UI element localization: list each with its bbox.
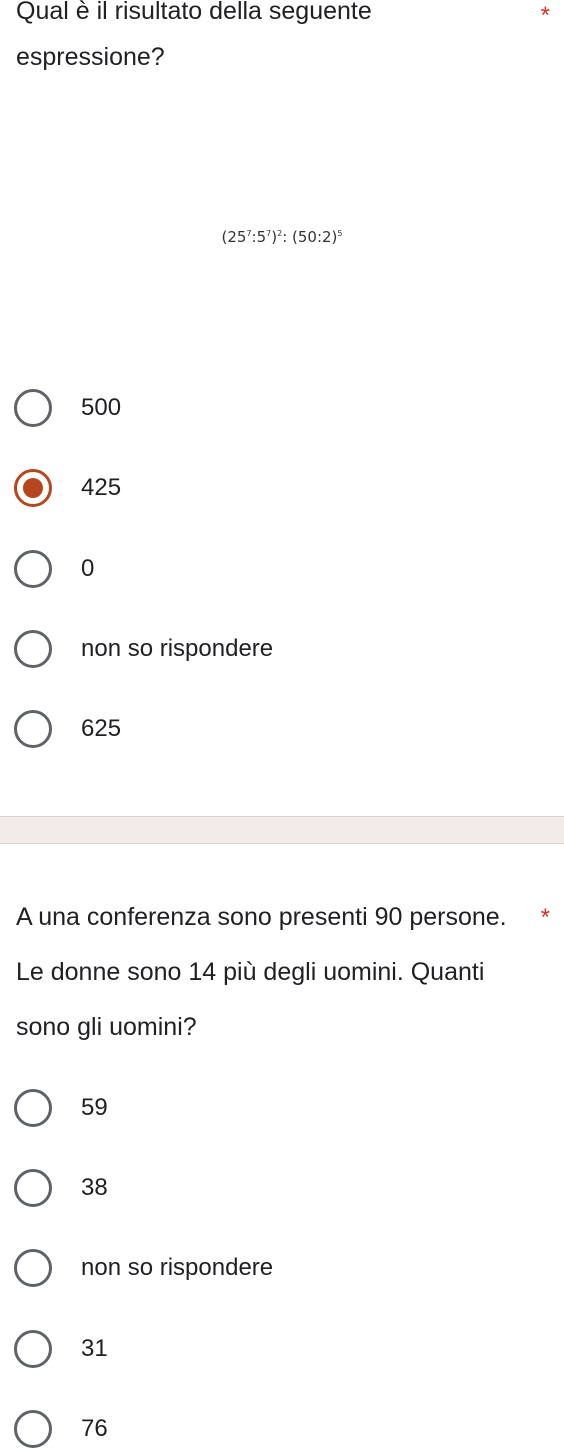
option-non-so-rispondere[interactable]: non so rispondere [14,627,534,671]
option-425[interactable]: 425 [14,466,534,510]
option-label: 76 [81,1415,108,1442]
option-label: 59 [81,1094,108,1121]
option-31[interactable]: 31 [14,1327,534,1371]
option-76[interactable]: 76 [14,1407,534,1451]
option-label: 425 [81,474,122,501]
section-separator [0,816,564,844]
option-0[interactable]: 0 [14,547,534,591]
expression-exponent: 5 [337,229,343,238]
option-625[interactable]: 625 [14,707,534,751]
radio-button-selected[interactable] [14,469,52,507]
radio-button[interactable] [14,1249,52,1287]
option-500[interactable]: 500 [14,386,534,430]
required-asterisk: * [540,904,550,931]
radio-button[interactable] [14,1410,52,1448]
option-label: 31 [81,1335,108,1362]
option-59[interactable]: 59 [14,1086,534,1130]
radio-button[interactable] [14,630,52,668]
radio-button[interactable] [14,550,52,588]
option-label: 0 [81,555,95,582]
question-title: A una conferenza sono presenti 90 person… [16,903,507,1041]
option-non-so-rispondere[interactable]: non so rispondere [14,1246,534,1290]
radio-button[interactable] [14,1089,52,1127]
option-label: 625 [81,715,122,742]
question-card-1: Qual è il risultato della seguente espre… [0,0,564,816]
radio-button[interactable] [14,389,52,427]
radio-selected-dot-icon [23,478,43,498]
expression-part: (25 [221,228,247,246]
radio-button[interactable] [14,710,52,748]
expression-part: : (50:2) [282,228,338,246]
radio-button[interactable] [14,1169,52,1207]
option-label: 500 [81,394,122,421]
question-card-2: A una conferenza sono presenti 90 person… [0,844,564,1452]
option-label: non so rispondere [81,1254,274,1281]
option-label: non so rispondere [81,635,274,662]
question-title: Qual è il risultato della seguente espre… [16,0,372,71]
expression-part: :5 [251,228,267,246]
option-label: 38 [81,1174,108,1201]
option-38[interactable]: 38 [14,1166,534,1210]
math-expression: (257:57)2: (50:2)5 [0,228,564,246]
required-asterisk: * [540,2,550,29]
radio-button[interactable] [14,1330,52,1368]
